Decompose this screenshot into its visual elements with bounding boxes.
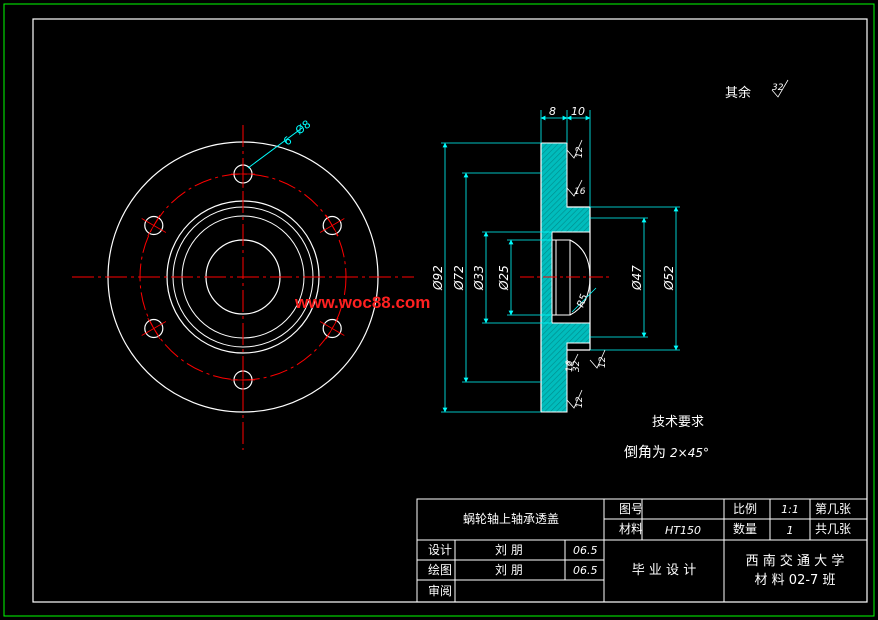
radius-text: R5	[575, 293, 590, 309]
cad-drawing-stage: { "colors": { "background": "#000000", "…	[0, 0, 878, 620]
draw-label: 绘图	[428, 562, 452, 577]
watermark-text: www.woc88.com	[294, 293, 430, 312]
hole-leader	[247, 127, 303, 169]
roughness-symbol-3: 12	[589, 349, 608, 369]
drawing-no-label: 图号	[619, 502, 643, 516]
roughness-symbol-1: 12	[566, 139, 585, 159]
roughness-symbol-2: 12	[566, 389, 585, 409]
roughness-symbol-6: 16	[565, 360, 575, 372]
class-name: 材 料 02-7 班	[755, 573, 836, 588]
school-name: 西 南 交 通 大 学	[746, 553, 845, 569]
other-roughness-value: 32	[772, 83, 784, 93]
section-view: Ø92 Ø72 Ø33 Ø25 Ø47 Ø52 8 10 R5 12 12 12…	[431, 105, 680, 413]
svg-text:12: 12	[575, 146, 585, 158]
draw-name: 刘 朋	[495, 563, 523, 577]
review-label: 审阅	[428, 583, 452, 598]
scale-label: 比例	[733, 502, 757, 516]
svg-text:16: 16	[574, 187, 586, 197]
sheet-no-label: 第几张	[815, 502, 851, 516]
dim-text-8: 8	[549, 105, 556, 118]
dim-text-72: Ø72	[452, 265, 466, 291]
svg-text:16: 16	[565, 360, 575, 372]
dim-text-47: Ø47	[630, 265, 644, 291]
quantity-label: 数量	[733, 521, 757, 536]
dim-text-33: Ø33	[472, 265, 486, 291]
engineering-drawing: 6 Ø8 Ø92 Ø72 Ø33 Ø25 Ø47 Ø52 8 10 R5 12 …	[3, 3, 875, 617]
dim-text-92: Ø92	[431, 265, 445, 291]
dim-text-52: Ø52	[662, 265, 676, 291]
dim-text-25: Ø25	[497, 265, 511, 291]
hole-dia-text: Ø8	[293, 118, 313, 138]
project-name: 毕 业 设 计	[632, 563, 696, 578]
front-view: 6 Ø8	[72, 118, 414, 450]
draw-date: 06.5	[573, 564, 598, 577]
dim-text-10: 10	[571, 105, 585, 118]
total-sheets-label: 共几张	[815, 522, 851, 536]
quantity-value: 1	[787, 524, 794, 537]
scale-value: 1:1	[781, 503, 799, 516]
hole-count-text: 6	[281, 134, 294, 149]
design-label: 设计	[428, 543, 452, 557]
svg-text:12: 12	[598, 356, 608, 368]
material-value: HT150	[665, 524, 701, 537]
design-name: 刘 朋	[495, 543, 523, 557]
tech-requirements-title: 技术要求	[652, 415, 704, 430]
svg-text:12: 12	[575, 396, 585, 408]
chamfer-label: 倒角为	[624, 445, 666, 461]
roughness-symbol-4: 16	[566, 179, 586, 197]
other-roughness-label: 其余	[725, 85, 751, 101]
design-date: 06.5	[573, 544, 598, 557]
chamfer-value: 2×45°	[670, 446, 709, 460]
part-name: 蜗轮轴上轴承透盖	[463, 511, 559, 526]
material-label: 材料	[619, 522, 643, 536]
